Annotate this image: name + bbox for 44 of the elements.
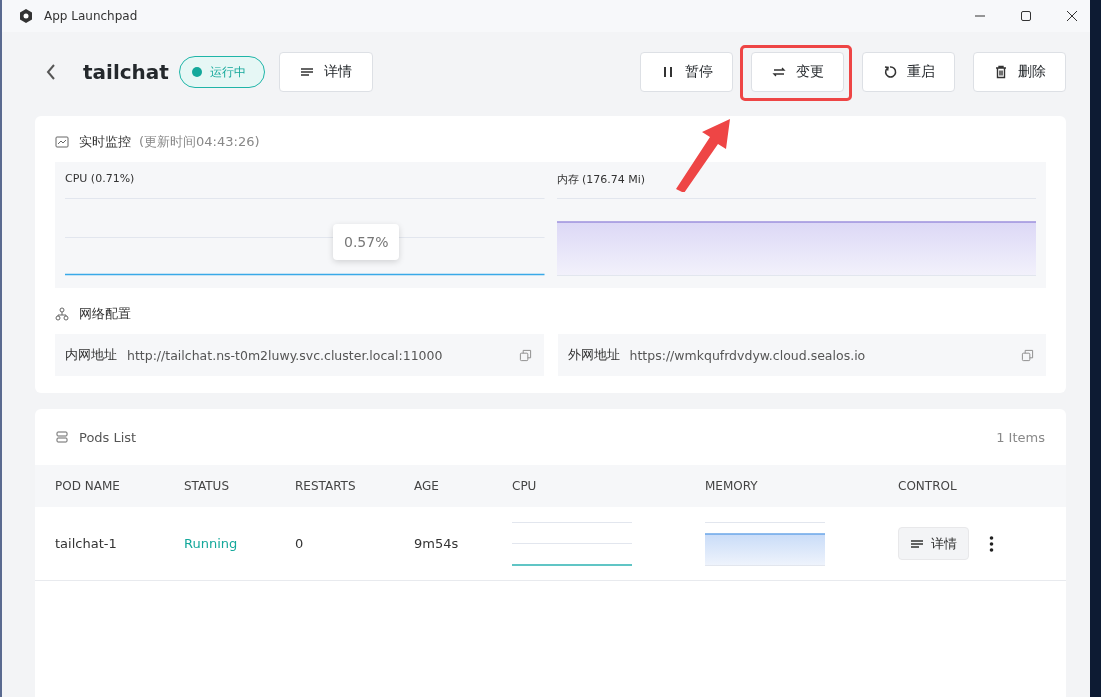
- swap-arrows-icon: [771, 65, 786, 79]
- table-cell-text: 0: [295, 536, 305, 551]
- column-header: POD NAME: [55, 479, 121, 493]
- action-button[interactable]: 删除: [973, 52, 1066, 92]
- chart-label: CPU (0.71%): [65, 172, 136, 187]
- maximize-icon[interactable]: [1020, 10, 1032, 22]
- window-title: App Launchpad: [44, 9, 138, 23]
- details-button[interactable]: 详情: [278, 52, 373, 92]
- item-count: 1 Items: [996, 429, 1045, 445]
- table-cell-text: Running: [184, 536, 239, 551]
- app-logo-icon: [18, 8, 34, 24]
- column-header: CPU: [512, 479, 538, 493]
- section-title: Pods List: [79, 429, 137, 445]
- copy-icon[interactable]: [1021, 348, 1034, 362]
- column-header: STATUS: [184, 479, 231, 493]
- lines-icon: [299, 65, 314, 79]
- app-name: tailchat: [83, 60, 169, 84]
- column-header: AGE: [414, 479, 440, 493]
- list-icon: [55, 430, 69, 444]
- back-icon[interactable]: [45, 63, 57, 81]
- action-button[interactable]: 暂停: [640, 52, 733, 92]
- table-cell-text: 9m54s: [414, 536, 460, 551]
- monitor-icon: [55, 135, 69, 149]
- more-icon[interactable]: [989, 535, 994, 552]
- address-field: 内网地址 http://tailchat.ns-t0m2luwy.svc.cluster.local:11000: [55, 334, 544, 376]
- action-button[interactable]: 变更: [751, 52, 844, 92]
- column-header: MEMORY: [705, 479, 759, 493]
- copy-icon[interactable]: [518, 348, 532, 362]
- chart-tooltip: 0.57%: [333, 224, 400, 260]
- trash-icon: [993, 65, 1008, 79]
- status-badge: 运行中: [178, 56, 265, 88]
- details-button[interactable]: 详情: [898, 527, 969, 560]
- action-button[interactable]: 重启: [862, 52, 955, 92]
- section-title: 网络配置: [79, 305, 131, 323]
- update-time: (更新时间04:43:26): [139, 133, 260, 151]
- column-header: RESTARTS: [295, 479, 357, 493]
- section-title: 实时监控: [79, 133, 131, 151]
- column-header: CONTROL: [898, 479, 958, 493]
- table-cell-text: tailchat-1: [55, 536, 118, 551]
- address-field: 外网地址 https://wmkqufrdvdyw.cloud.sealos.io: [557, 334, 1046, 376]
- chart-label: 内存 (176.74 Mi): [556, 172, 647, 188]
- close-icon[interactable]: [1066, 10, 1078, 22]
- network-icon: [55, 307, 69, 321]
- restart-icon: [882, 65, 897, 79]
